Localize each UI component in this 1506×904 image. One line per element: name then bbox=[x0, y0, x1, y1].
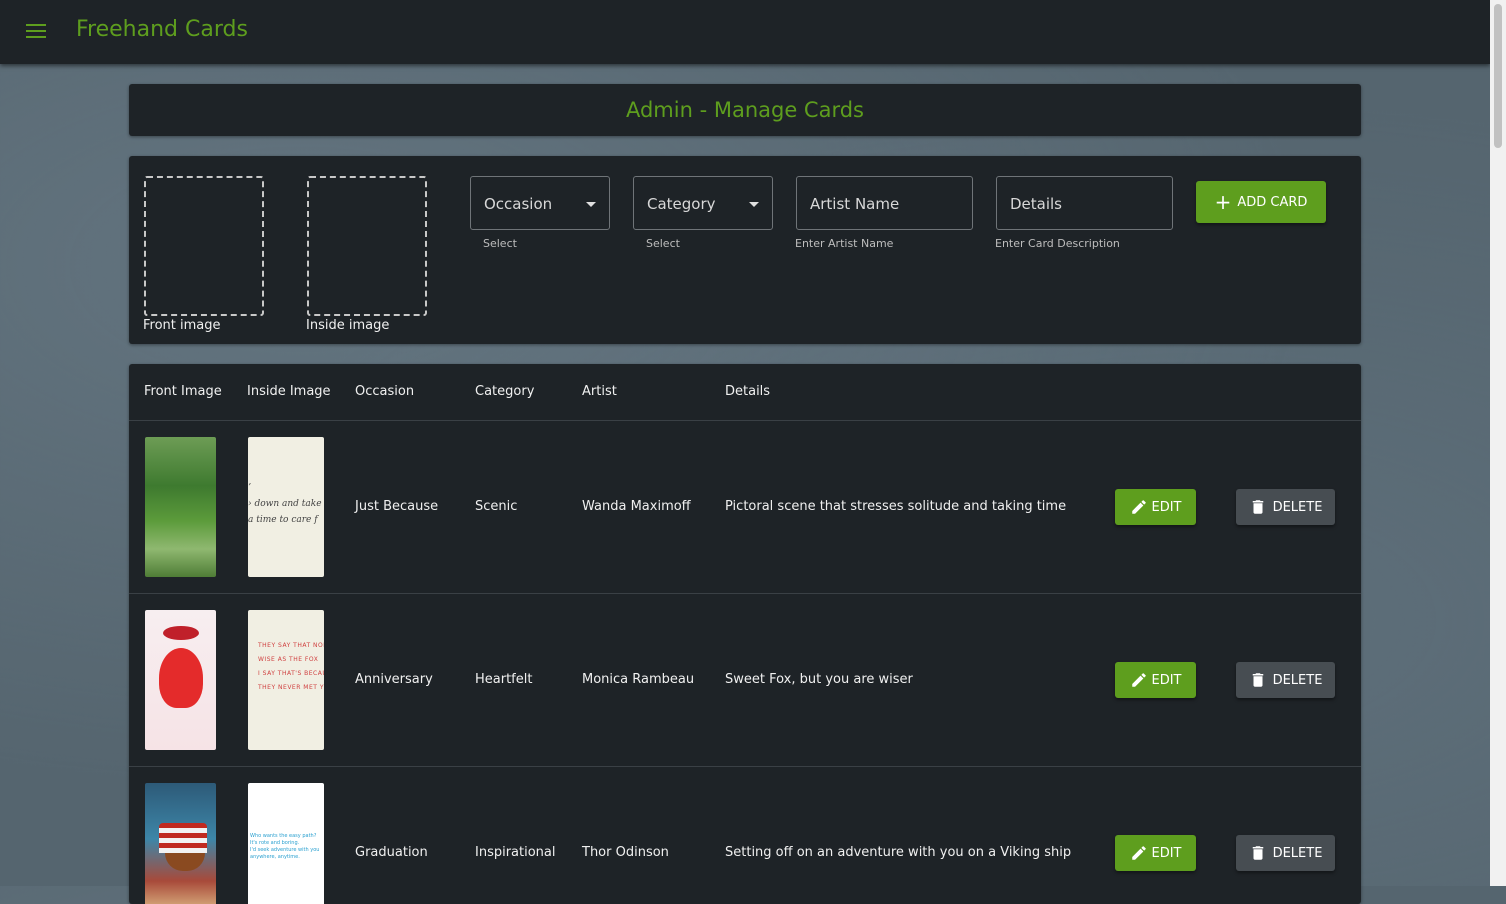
header-inside-image: Inside Image bbox=[247, 384, 331, 399]
page-title: Admin - Manage Cards bbox=[625, 98, 864, 122]
artist-name-input[interactable]: Artist Name bbox=[796, 176, 973, 230]
edit-button[interactable]: EDIT bbox=[1115, 662, 1196, 698]
occasion-select[interactable]: Occasion bbox=[470, 176, 610, 230]
details-hint: Enter Card Description bbox=[995, 237, 1120, 250]
header-details: Details bbox=[725, 384, 771, 399]
pencil-icon bbox=[1131, 673, 1146, 687]
inside-image-dropzone[interactable] bbox=[307, 176, 427, 316]
inside-image-label: Inside image bbox=[306, 318, 390, 333]
delete-button[interactable]: DELETE bbox=[1236, 489, 1335, 525]
header-occasion: Occasion bbox=[355, 384, 415, 399]
category-cell: Inspirational bbox=[475, 845, 556, 860]
edit-label: EDIT bbox=[1151, 499, 1182, 515]
category-hint: Select bbox=[646, 237, 680, 250]
inside-image-thumbnail[interactable]: ʼ › down and take a time to care f bbox=[248, 437, 324, 577]
details-input[interactable]: Details bbox=[996, 176, 1173, 230]
delete-button[interactable]: DELETE bbox=[1236, 662, 1335, 698]
category-cell: Heartfelt bbox=[475, 672, 533, 687]
scrollbar-thumb[interactable] bbox=[1494, 4, 1502, 148]
front-image-label: Front image bbox=[143, 318, 221, 333]
category-cell: Scenic bbox=[475, 499, 518, 514]
plus-icon: + bbox=[1214, 190, 1232, 214]
occasion-hint: Select bbox=[483, 237, 517, 250]
edit-button[interactable]: EDIT bbox=[1115, 835, 1196, 871]
artist-cell: Wanda Maximoff bbox=[582, 499, 691, 514]
trash-icon bbox=[1252, 673, 1263, 687]
delete-button[interactable]: DELETE bbox=[1236, 835, 1335, 871]
front-image-thumbnail[interactable] bbox=[145, 437, 216, 577]
artist-name-hint: Enter Artist Name bbox=[795, 237, 894, 250]
table-row: Who wants the easy path? It's rote and b… bbox=[129, 766, 1361, 904]
details-placeholder: Details bbox=[1010, 195, 1063, 213]
delete-label: DELETE bbox=[1272, 499, 1323, 515]
pencil-icon bbox=[1131, 500, 1146, 514]
trash-icon bbox=[1252, 846, 1263, 860]
add-card-form: Front image Inside image Occasion Select… bbox=[129, 156, 1361, 344]
delete-label: DELETE bbox=[1272, 672, 1323, 688]
edit-label: EDIT bbox=[1151, 672, 1182, 688]
table-row: THEY SAY THAT NONE IS WISE AS THE FOX I … bbox=[129, 593, 1361, 767]
add-card-button[interactable]: + ADD CARD bbox=[1196, 181, 1326, 223]
occasion-cell: Anniversary bbox=[355, 672, 433, 687]
occasion-select-label: Occasion bbox=[484, 195, 553, 213]
category-select-label: Category bbox=[647, 195, 716, 213]
header-category: Category bbox=[475, 384, 535, 399]
edit-button[interactable]: EDIT bbox=[1115, 489, 1196, 525]
occasion-cell: Graduation bbox=[355, 845, 428, 860]
cards-table: Front Image Inside Image Occasion Catego… bbox=[129, 364, 1361, 904]
header-artist: Artist bbox=[582, 384, 617, 399]
app-bar: Freehand Cards bbox=[0, 0, 1490, 64]
scrollbar[interactable] bbox=[1490, 0, 1506, 886]
table-row: ʼ › down and take a time to care f Just … bbox=[129, 420, 1361, 594]
app-title[interactable]: Freehand Cards bbox=[76, 17, 248, 42]
artist-cell: Thor Odinson bbox=[582, 845, 669, 860]
details-cell: Sweet Fox, but you are wiser bbox=[725, 672, 913, 687]
edit-label: EDIT bbox=[1151, 845, 1182, 861]
details-cell: Setting off on an adventure with you on … bbox=[725, 845, 1072, 860]
artist-name-placeholder: Artist Name bbox=[810, 195, 900, 213]
inside-image-thumbnail[interactable]: THEY SAY THAT NONE IS WISE AS THE FOX I … bbox=[248, 610, 324, 750]
occasion-cell: Just Because bbox=[355, 499, 439, 514]
details-cell: Pictoral scene that stresses solitude an… bbox=[725, 499, 1067, 514]
menu-icon[interactable] bbox=[26, 24, 46, 38]
chevron-down-icon bbox=[586, 202, 596, 207]
header-front-image: Front Image bbox=[144, 384, 222, 399]
pencil-icon bbox=[1131, 846, 1146, 860]
title-panel: Admin - Manage Cards bbox=[129, 84, 1361, 136]
chevron-down-icon bbox=[749, 202, 759, 207]
delete-label: DELETE bbox=[1272, 845, 1323, 861]
artist-cell: Monica Rambeau bbox=[582, 672, 695, 687]
front-image-dropzone[interactable] bbox=[144, 176, 264, 316]
trash-icon bbox=[1252, 500, 1263, 514]
category-select[interactable]: Category bbox=[633, 176, 773, 230]
add-card-label: ADD CARD bbox=[1237, 194, 1308, 210]
front-image-thumbnail[interactable] bbox=[145, 610, 216, 750]
